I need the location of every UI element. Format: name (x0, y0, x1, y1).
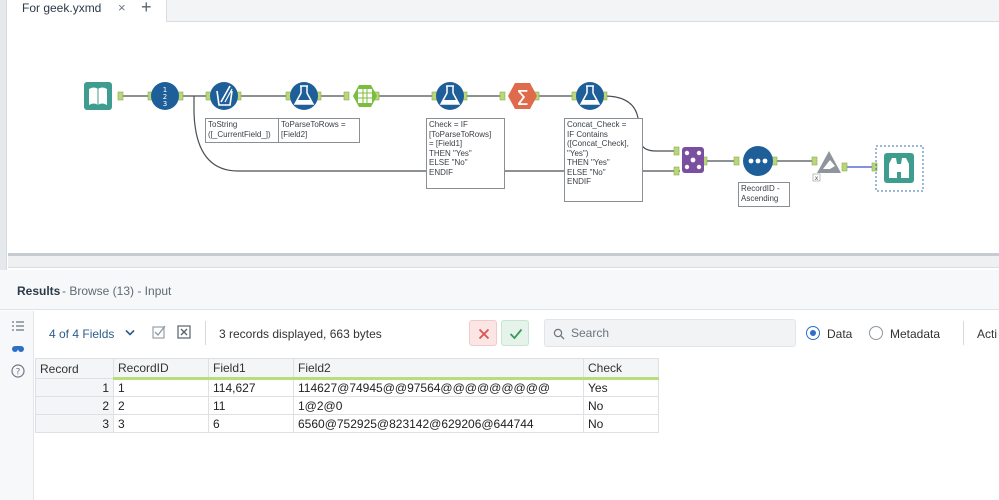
browse-tool[interactable] (875, 145, 924, 192)
record-number-cell: 1 (35, 378, 114, 397)
check-icon (509, 328, 523, 340)
table-cell[interactable]: 3 (113, 414, 209, 433)
record-number-cell: 3 (35, 414, 114, 433)
binoculars-icon[interactable] (11, 341, 25, 355)
column-header-check[interactable]: Check (583, 358, 659, 380)
table-cell[interactable]: 1 (113, 378, 209, 397)
apply-filter-button[interactable] (501, 320, 529, 346)
svg-text:?: ? (16, 368, 21, 378)
table-header-row: Record RecordID Field1 Field2 Check (35, 358, 659, 380)
column-header-record[interactable]: Record (35, 358, 114, 379)
actions-menu[interactable]: Acti (977, 327, 997, 341)
close-tab-icon[interactable]: × (118, 0, 126, 15)
new-tab-icon[interactable]: + (141, 0, 152, 18)
table-cell[interactable]: Yes (583, 378, 659, 397)
formula-tool[interactable] (436, 82, 464, 110)
record-number-cell: 2 (35, 396, 114, 415)
workflow-canvas[interactable]: 1 2 3 Σ x ToString ([_CurrentField_]) To… (8, 23, 999, 253)
list-icon[interactable] (11, 319, 25, 333)
deselect-icon[interactable] (177, 325, 191, 339)
results-subtitle: - Browse (13) - Input (62, 284, 172, 298)
output-anchor (841, 162, 848, 172)
search-icon (553, 328, 565, 340)
table-row[interactable]: 1 1 114,627 114627@74945@@97564@@@@@@@@@… (35, 378, 659, 397)
select-tool[interactable]: x (812, 151, 841, 182)
results-table: Record RecordID Field1 Field2 Check 1 1 … (35, 358, 659, 433)
chevron-down-icon[interactable] (125, 329, 135, 337)
metadata-radio-label: Metadata (890, 327, 941, 341)
search-box[interactable] (544, 319, 796, 347)
tab-title: For geek.yxmd (22, 1, 102, 15)
checkbox-edit-icon[interactable] (152, 325, 166, 339)
input-data-tool[interactable] (84, 82, 112, 110)
input-anchor (499, 91, 506, 101)
table-cell[interactable]: 114,627 (208, 378, 294, 397)
output-anchor (117, 91, 124, 101)
panel-splitter[interactable] (8, 253, 999, 268)
data-radio[interactable] (806, 326, 820, 340)
toolbar-divider (205, 321, 206, 345)
column-header-field2[interactable]: Field2 (293, 358, 584, 380)
results-title: Results (17, 284, 61, 298)
table-row[interactable]: 3 3 6 6560@752925@823142@629206@644744 N… (35, 414, 659, 433)
column-header-field1[interactable]: Field1 (208, 358, 294, 380)
close-icon (478, 328, 490, 340)
record-id-tool[interactable]: 1 2 3 (151, 82, 179, 110)
annotation-formula-1: ToString ([_CurrentField_]) (205, 118, 279, 143)
annotation-sort: RecordID - Ascending (738, 182, 790, 207)
input-anchor (733, 156, 740, 166)
results-grid: Record RecordID Field1 Field2 Check 1 1 … (35, 358, 659, 433)
cancel-filter-button[interactable] (469, 320, 497, 346)
results-header: Results - Browse (13) - Input (0, 270, 999, 310)
left-rail (0, 0, 7, 270)
help-icon[interactable]: ? (11, 364, 25, 378)
text-to-columns-tool[interactable] (353, 85, 377, 107)
join-multiple-tool[interactable] (682, 147, 704, 173)
input-anchor (343, 91, 350, 101)
table-cell[interactable]: 6 (208, 414, 294, 433)
table-cell[interactable]: 11 (208, 396, 294, 415)
tab-bar: For geek.yxmd × + (0, 0, 999, 22)
fields-count-dropdown[interactable]: 4 of 4 Fields (49, 327, 114, 341)
data-radio-label: Data (827, 327, 853, 341)
formula-tool[interactable] (290, 82, 318, 110)
input-anchor (673, 146, 680, 156)
table-cell[interactable]: 2 (113, 396, 209, 415)
table-cell[interactable]: 114627@74945@@97564@@@@@@@@@ (293, 378, 584, 397)
input-anchor (673, 166, 680, 176)
table-cell[interactable]: 1@2@0 (293, 396, 584, 415)
input-anchor (811, 156, 818, 166)
results-side-toolbar: ? (0, 311, 34, 500)
table-row[interactable]: 2 2 11 1@2@0 No (35, 396, 659, 415)
toolbar-divider (963, 321, 964, 345)
annotation-formula-2: ToParseToRows = [Field2] (278, 118, 360, 143)
svg-text:Σ: Σ (516, 86, 529, 110)
svg-text:3: 3 (163, 100, 167, 108)
svg-text:x: x (815, 175, 819, 182)
table-cell[interactable]: No (583, 414, 659, 433)
annotation-formula-3: Check = IF [ToParseToRows] = [Field1] TH… (426, 118, 505, 189)
metadata-radio[interactable] (869, 326, 883, 340)
formula-tool[interactable] (576, 82, 604, 110)
column-header-recordid[interactable]: RecordID (113, 358, 209, 380)
table-cell[interactable]: No (583, 396, 659, 415)
table-cell[interactable]: 6560@752925@823142@629206@644744 (293, 414, 584, 433)
results-toolbar: 4 of 4 Fields 3 records displayed, 663 b… (35, 311, 999, 356)
records-summary: 3 records displayed, 663 bytes (219, 327, 382, 341)
sort-tool[interactable] (743, 146, 773, 176)
annotation-formula-4: Concat_Check = IF Contains ([Concat_Chec… (564, 118, 643, 202)
search-input[interactable] (569, 324, 789, 342)
multi-field-formula-tool[interactable] (210, 82, 238, 110)
summarize-tool[interactable]: Σ (508, 83, 537, 110)
